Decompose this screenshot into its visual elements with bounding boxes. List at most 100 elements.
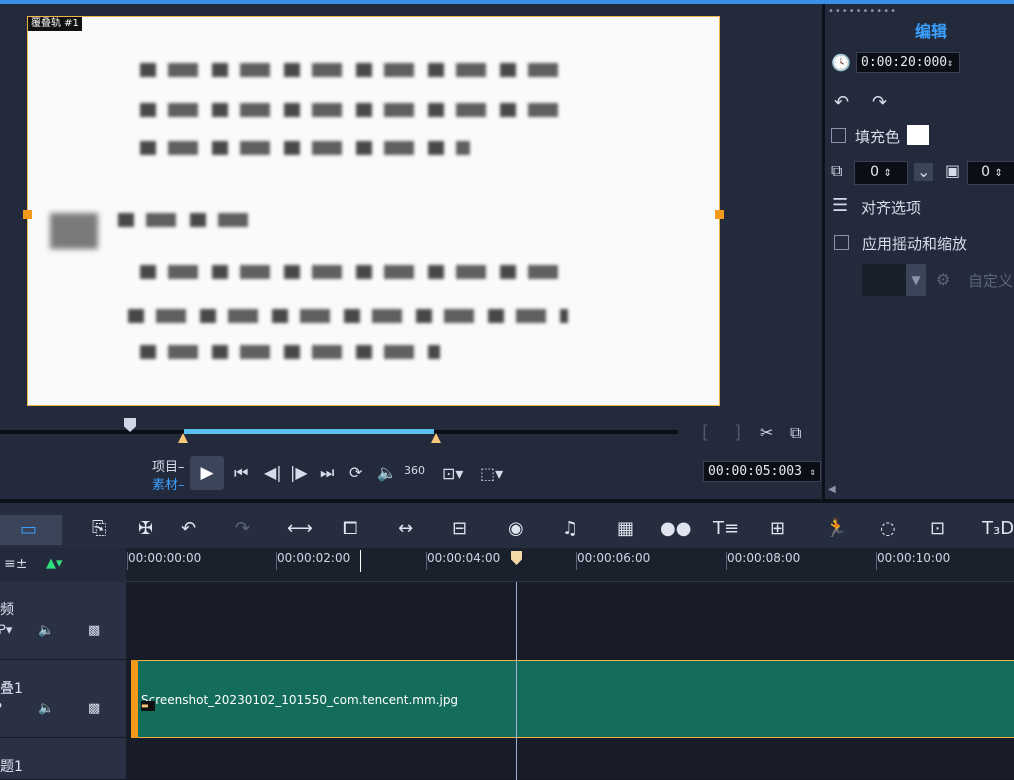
- expand-icon[interactable]: ⧠: [343, 518, 357, 539]
- blurred-avatar: [50, 213, 98, 249]
- trim-out-handle[interactable]: [431, 433, 441, 443]
- mark-out-button[interactable]: ]: [734, 422, 741, 443]
- redo-icon[interactable]: ↷: [235, 518, 250, 539]
- track-name: 覆叠1: [0, 681, 23, 697]
- copy-clip-icon[interactable]: ⧉: [790, 425, 801, 441]
- duration-field[interactable]: 0:00:20:000⇕: [856, 52, 960, 73]
- ruler-tick-label: 00:00:00:00: [128, 551, 202, 565]
- next-frame-icon[interactable]: |▶: [290, 465, 308, 481]
- track-volume-icon[interactable]: 🔈: [38, 702, 54, 715]
- rotate-right-icon[interactable]: ↷: [872, 94, 887, 112]
- timeline-playhead-line: [516, 582, 517, 780]
- timeline-view-button[interactable]: ▭: [0, 515, 62, 545]
- customize-icon: ⚙: [936, 270, 951, 289]
- previous-frame-icon[interactable]: ◀|: [264, 465, 282, 481]
- title-icon[interactable]: T≡: [713, 518, 739, 539]
- blurred-text-line: [140, 265, 570, 279]
- track-name: 视频: [0, 602, 14, 618]
- preview-timecode[interactable]: 00:00:05:003 ⇕: [703, 461, 821, 482]
- record-icon[interactable]: ◉: [508, 518, 524, 539]
- crop-icon[interactable]: ⊡: [930, 518, 945, 539]
- rotate-left-icon[interactable]: ↶: [834, 94, 849, 112]
- fill-color-checkbox[interactable]: [831, 128, 846, 143]
- frame-icon: ▣: [945, 161, 961, 180]
- mark-in-button[interactable]: [: [702, 422, 709, 443]
- clip-filename: Screenshot_20230102_101550_com.tencent.m…: [141, 693, 459, 707]
- go-to-end-icon[interactable]: ⏭: [320, 465, 334, 481]
- pan-zoom-checkbox[interactable]: [834, 235, 849, 250]
- align-options-icon[interactable]: ☰: [832, 197, 848, 215]
- selection-tool-icon[interactable]: ⬚▾: [480, 466, 503, 482]
- undo-icon[interactable]: ↶: [181, 518, 196, 539]
- title-track-lane[interactable]: [126, 738, 1014, 780]
- ruler-tick-label: 00:00:08:00: [727, 551, 801, 565]
- custom-label[interactable]: 自定义: [968, 270, 1013, 291]
- timeline-view-icon: ▭: [20, 519, 38, 540]
- blurred-text-line: [128, 309, 568, 323]
- preset-thumbnail[interactable]: [862, 264, 906, 296]
- project-mode-label[interactable]: 项目–: [152, 456, 185, 475]
- ruler-tick-label: 00:00:10:00: [877, 551, 951, 565]
- track-manager-icon[interactable]: ≡±: [4, 556, 27, 572]
- overlay-track-header[interactable]: 覆叠1 ᕈ 🔈 ▩: [0, 660, 126, 738]
- resize-handle-left[interactable]: [23, 210, 32, 219]
- tools-icon[interactable]: ✠: [138, 518, 153, 539]
- repeat-icon[interactable]: ⟳: [349, 465, 362, 481]
- preview-canvas[interactable]: 覆叠轨 #1: [27, 16, 720, 406]
- ruler-tick-label: 00:00:04:00: [427, 551, 501, 565]
- 3d-title-icon[interactable]: T₃D: [982, 518, 1014, 539]
- edit-panel-title: 编辑: [915, 22, 948, 41]
- pan-zoom-label: 应用摇动和缩放: [862, 235, 968, 253]
- clip-type-icon: ▬: [141, 701, 155, 711]
- add-marker-icon[interactable]: ▲▾: [46, 556, 63, 571]
- fill-color-swatch[interactable]: [907, 125, 929, 145]
- split-screen-icon[interactable]: ⊞: [770, 518, 785, 539]
- ruler-tick-label: 00:00:06:00: [577, 551, 651, 565]
- fit-project-icon[interactable]: ⟷: [287, 518, 313, 539]
- clock-icon: 🕓: [831, 53, 851, 72]
- resize-handle-right[interactable]: [715, 210, 724, 219]
- 360-view-icon[interactable]: 360: [404, 465, 425, 476]
- blurred-text-line: [118, 213, 248, 227]
- split-scissors-icon[interactable]: ✂: [760, 425, 773, 441]
- panel-grip-icon[interactable]: ••••••••••: [828, 6, 897, 17]
- blurred-text-line: [140, 141, 470, 155]
- preset-dropdown-icon[interactable]: ▼: [906, 264, 926, 296]
- volume-icon[interactable]: 🔈: [377, 465, 397, 481]
- title-track-header[interactable]: 标题1: [0, 738, 126, 780]
- copy-attributes-icon[interactable]: ⎘: [92, 518, 106, 539]
- value-stepper-left[interactable]: 0 ⇕: [854, 161, 908, 185]
- blurred-text-line: [140, 63, 570, 77]
- fill-color-label: 填充色: [855, 128, 901, 146]
- video-track-header[interactable]: 视频 ᕈ▾ 🔈 ▩: [0, 582, 126, 660]
- video-track-lane[interactable]: [126, 582, 1014, 660]
- clip-mode-label[interactable]: 素材–: [152, 474, 185, 493]
- trim-range[interactable]: [184, 429, 434, 434]
- track-transparency-icon[interactable]: ▩: [88, 702, 100, 715]
- ripple-icon[interactable]: ↔: [398, 518, 413, 539]
- multi-camera-icon[interactable]: ▦: [617, 518, 634, 539]
- overlay-track-tag: 覆叠轨 #1: [28, 17, 82, 31]
- play-button[interactable]: ▶: [190, 456, 224, 490]
- go-to-start-icon[interactable]: ⏮: [234, 465, 248, 481]
- align-options-label[interactable]: 对齐选项: [861, 197, 921, 218]
- track-effect-icon[interactable]: ᕈ: [0, 702, 2, 715]
- blend-icon[interactable]: ●●: [660, 518, 691, 539]
- ruler-header: ≡± ▲▾: [0, 548, 126, 582]
- insert-space-icon[interactable]: ⊟: [452, 518, 467, 539]
- track-transparency-icon[interactable]: ▩: [88, 624, 100, 637]
- collapse-panel-icon[interactable]: ◀: [828, 484, 836, 495]
- audio-wave-icon[interactable]: ♫: [562, 518, 578, 539]
- track-volume-icon[interactable]: 🔈: [38, 624, 54, 637]
- value-stepper-right[interactable]: 0 ⇕: [967, 161, 1014, 185]
- motion-track-icon[interactable]: 🏃: [825, 518, 847, 539]
- track-effect-icon[interactable]: ᕈ▾: [0, 624, 12, 637]
- mask-icon[interactable]: ◌: [880, 518, 896, 539]
- clip-start-handle[interactable]: [131, 660, 138, 738]
- aspect-ratio-icon[interactable]: ⊡▾: [442, 466, 463, 482]
- trim-in-handle[interactable]: [178, 433, 188, 443]
- ruler-tick-label: 00:00:02:00: [277, 551, 351, 565]
- track-name: 标题1: [0, 759, 23, 775]
- blurred-text-line: [140, 103, 570, 117]
- dropdown-arrow-icon[interactable]: ⌄: [914, 163, 934, 181]
